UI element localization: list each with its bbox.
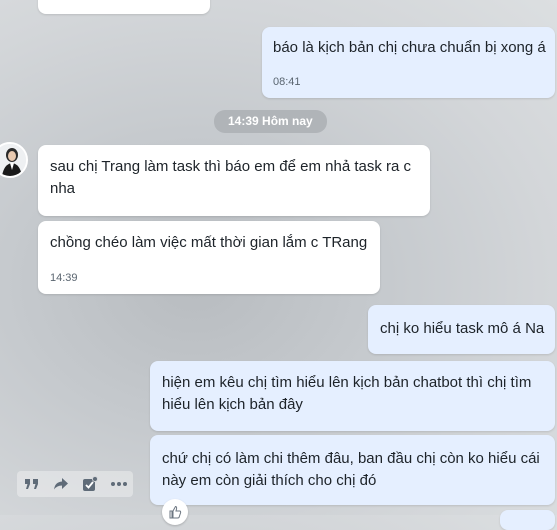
message-bubble-outgoing[interactable]: báo là kịch bản chị chưa chuẩn bị xong á… bbox=[262, 27, 555, 98]
message-bubble-outgoing[interactable]: chứ chị có làm chi thêm đâu, ban đầu chị… bbox=[150, 435, 555, 505]
message-text: hiện em kêu chị tìm hiểu lên kịch bản ch… bbox=[162, 374, 532, 413]
message-text: sau chị Trang làm task thì báo em để em … bbox=[50, 158, 412, 197]
message-time: 14:39 bbox=[50, 272, 78, 284]
reaction-button[interactable] bbox=[162, 499, 188, 525]
message-bubble-partial[interactable] bbox=[38, 0, 210, 14]
quote-icon[interactable] bbox=[22, 474, 42, 494]
more-icon[interactable] bbox=[109, 474, 129, 494]
message-text: chồng chéo làm việc mất thời gian lắm c … bbox=[50, 234, 368, 251]
message-bubble-outgoing[interactable]: hiện em kêu chị tìm hiểu lên kịch bản ch… bbox=[150, 361, 555, 431]
message-bubble-partial[interactable] bbox=[500, 510, 555, 530]
message-bubble-incoming[interactable]: chồng chéo làm việc mất thời gian lắm c … bbox=[38, 221, 380, 294]
message-text: chị ko hiểu task mô á Na bbox=[380, 320, 545, 337]
message-time: 08:41 bbox=[273, 76, 301, 88]
message-bubble-incoming[interactable]: sau chị Trang làm task thì báo em để em … bbox=[38, 145, 430, 216]
message-text: báo là kịch bản chị chưa chuẩn bị xong á bbox=[273, 39, 546, 56]
message-text: chứ chị có làm chi thêm đâu, ban đầu chị… bbox=[162, 450, 540, 489]
select-icon[interactable] bbox=[80, 474, 100, 494]
avatar[interactable] bbox=[0, 142, 28, 178]
message-action-toolbar bbox=[17, 471, 133, 497]
message-bubble-outgoing[interactable]: chị ko hiểu task mô á Na bbox=[368, 305, 555, 354]
forward-icon[interactable] bbox=[51, 474, 71, 494]
date-separator: 14:39 Hôm nay bbox=[214, 110, 327, 133]
thumbs-up-icon bbox=[169, 505, 182, 519]
avatar-image bbox=[0, 144, 26, 176]
